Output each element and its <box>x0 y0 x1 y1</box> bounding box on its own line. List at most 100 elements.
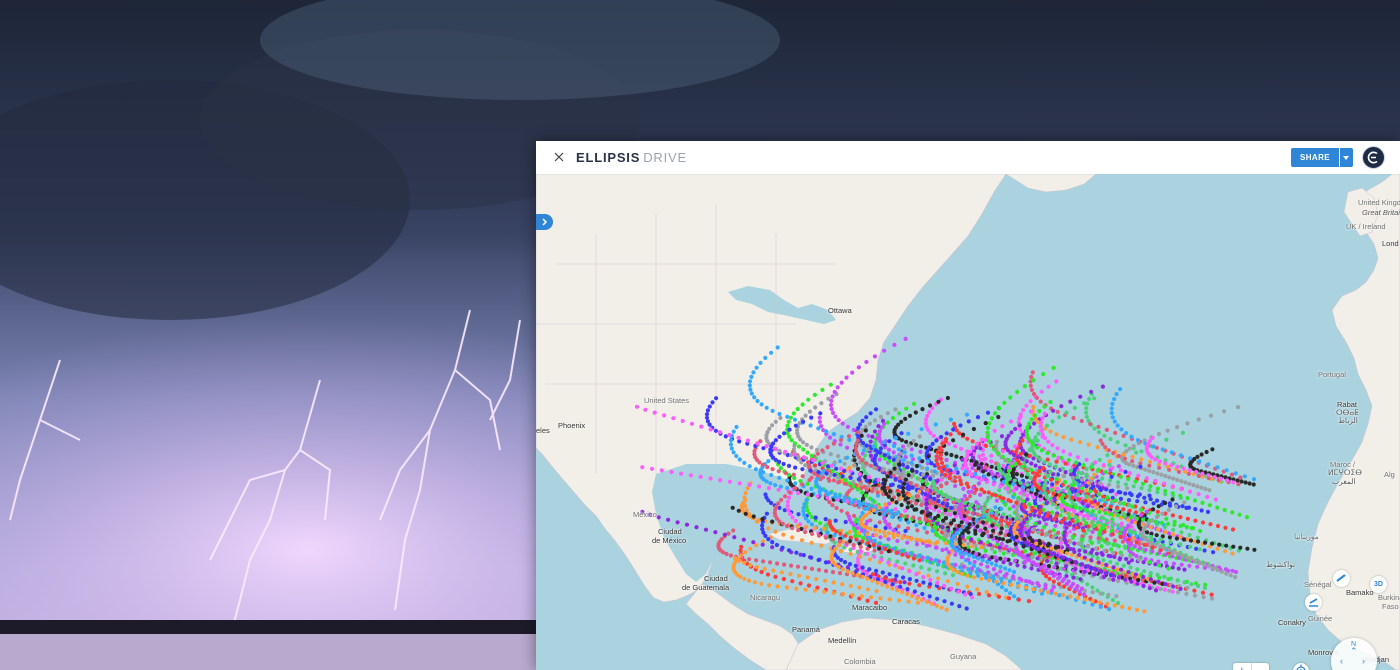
track-point <box>1150 435 1155 440</box>
track-point <box>1030 539 1035 544</box>
track-point <box>951 518 956 523</box>
track-point <box>1041 465 1046 471</box>
track-point <box>974 547 979 552</box>
track-point <box>760 527 765 532</box>
track-point <box>785 423 790 428</box>
track-point <box>797 444 802 449</box>
track-point <box>1233 575 1238 580</box>
track-point <box>1188 538 1194 543</box>
track-point <box>745 438 750 443</box>
track-point <box>855 572 860 578</box>
track-point <box>974 569 979 574</box>
track-point <box>737 457 742 462</box>
user-avatar-icon[interactable] <box>1362 146 1385 169</box>
ruler-icon[interactable] <box>1333 570 1350 587</box>
draw-icon[interactable] <box>1305 594 1322 611</box>
track-point <box>870 504 875 509</box>
track-point <box>966 567 971 572</box>
label-london: Lond <box>1382 239 1399 248</box>
track-point <box>1084 414 1089 419</box>
zoom-in-button[interactable]: + <box>1233 663 1251 670</box>
track-point <box>1118 468 1124 473</box>
track-point <box>820 460 825 466</box>
track-point <box>1122 514 1127 519</box>
track-point <box>1186 505 1191 510</box>
map-canvas[interactable] <box>536 174 1400 670</box>
nav-right-arrow[interactable]: › <box>1362 657 1365 666</box>
label-uk-ireland: UK / Ireland <box>1346 222 1386 231</box>
track-point <box>999 585 1005 590</box>
track-point <box>949 505 954 510</box>
track-point <box>1051 579 1056 584</box>
nav-up-arrow[interactable]: ⌃ <box>1350 647 1358 656</box>
track-point <box>1113 430 1118 435</box>
track-point <box>1090 529 1095 534</box>
track-point <box>1065 506 1070 511</box>
track-point <box>840 474 845 479</box>
zoom-out-button[interactable]: − <box>1250 663 1270 670</box>
track-point <box>1031 442 1036 447</box>
track-point <box>1123 482 1128 487</box>
track-point <box>1079 477 1085 482</box>
track-point <box>865 546 870 551</box>
label-mexico: México <box>633 510 657 519</box>
label-ciudad-mexico: Ciudad <box>658 527 682 536</box>
track-point <box>829 463 834 468</box>
track-point <box>931 479 936 484</box>
track-point <box>1170 554 1175 559</box>
track-point <box>856 499 861 504</box>
track-point <box>793 423 798 428</box>
track-point <box>864 493 869 498</box>
track-point <box>877 429 882 434</box>
track-point <box>1175 464 1180 469</box>
3d-icon[interactable]: 3D <box>1370 576 1387 593</box>
track-point <box>1127 491 1133 496</box>
track-point <box>1043 478 1048 483</box>
sidebar-toggle-button[interactable] <box>536 214 553 230</box>
track-point <box>877 520 882 525</box>
track-point <box>1003 566 1008 571</box>
track-point <box>1079 562 1085 567</box>
track-point <box>793 518 798 523</box>
track-point <box>1003 556 1008 562</box>
share-dropdown-button[interactable] <box>1340 148 1353 167</box>
track-point <box>1045 450 1050 456</box>
track-point <box>1025 482 1030 487</box>
map-view[interactable]: United Kingdom Great Britain UK / Irelan… <box>536 174 1400 670</box>
track-point <box>926 522 931 527</box>
track-point <box>1079 486 1084 491</box>
track-point <box>992 477 997 482</box>
track-point <box>752 395 757 400</box>
track-point <box>787 427 792 432</box>
track-point <box>802 512 807 518</box>
track-point <box>877 546 882 551</box>
track-point <box>742 576 747 581</box>
ellipsis-drive-logo[interactable]: ELLIPSIS DRIVE <box>576 150 687 165</box>
track-point <box>880 582 885 587</box>
track-point <box>864 443 869 448</box>
track-point <box>806 397 811 402</box>
track-point <box>1047 529 1053 534</box>
nav-left-arrow[interactable]: ‹ <box>1340 657 1343 666</box>
track-point <box>1027 502 1032 507</box>
track-point <box>959 482 964 487</box>
track-point <box>936 509 942 514</box>
close-icon[interactable] <box>552 150 566 164</box>
track-point <box>831 478 837 483</box>
track-point <box>1011 488 1016 493</box>
track-point <box>902 580 907 585</box>
track-point <box>897 476 902 481</box>
track-point <box>1037 520 1042 525</box>
track-point <box>1139 486 1144 491</box>
track-point <box>907 581 912 586</box>
track-point <box>909 536 914 541</box>
track-point <box>1040 432 1045 437</box>
track-point <box>966 484 971 489</box>
share-button[interactable]: SHARE <box>1291 148 1339 167</box>
track-point <box>688 473 694 478</box>
track-point <box>860 565 865 570</box>
track-point <box>983 553 988 558</box>
track-point <box>890 514 895 519</box>
track-point <box>961 432 966 437</box>
track-point <box>1084 494 1089 499</box>
